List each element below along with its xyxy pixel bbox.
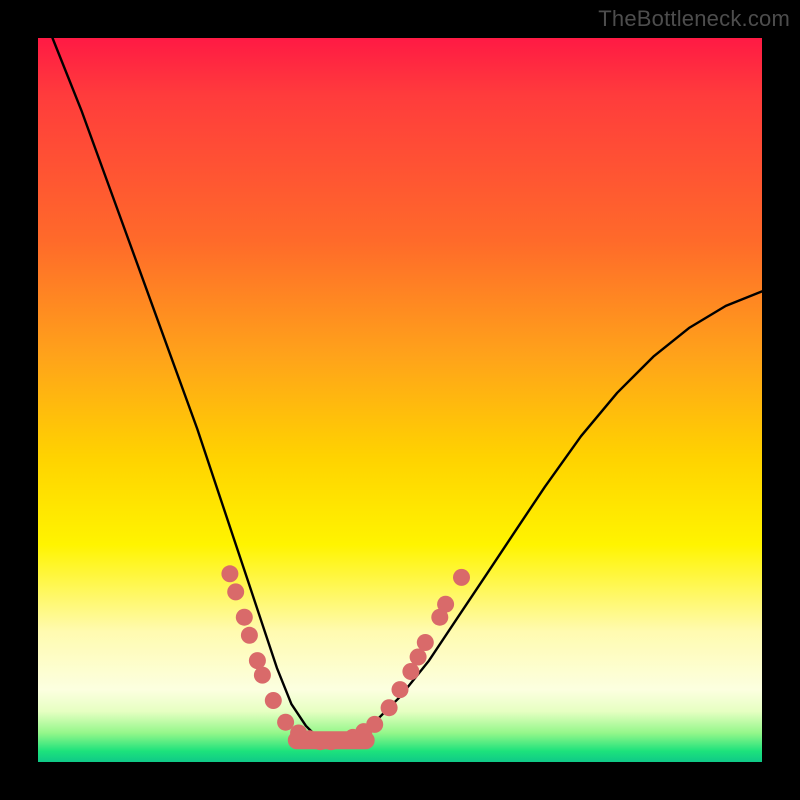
marker-dot (437, 596, 454, 613)
marker-dot (277, 714, 294, 731)
watermark-text: TheBottleneck.com (598, 6, 790, 32)
bottleneck-curve (53, 38, 763, 744)
chart-frame: TheBottleneck.com (0, 0, 800, 800)
marker-dot (221, 565, 238, 582)
marker-dot (392, 681, 409, 698)
marker-dot (236, 609, 253, 626)
marker-dot (249, 652, 266, 669)
plot-area (38, 38, 762, 762)
marker-dot (366, 716, 383, 733)
marker-dot (417, 634, 434, 651)
marker-dots (221, 565, 470, 750)
marker-dot (227, 583, 244, 600)
marker-dot (410, 649, 427, 666)
chart-svg (38, 38, 762, 762)
marker-dot (265, 692, 282, 709)
marker-dot (254, 667, 271, 684)
marker-dot (453, 569, 470, 586)
marker-dot (381, 699, 398, 716)
marker-dot (402, 663, 419, 680)
marker-dot (241, 627, 258, 644)
